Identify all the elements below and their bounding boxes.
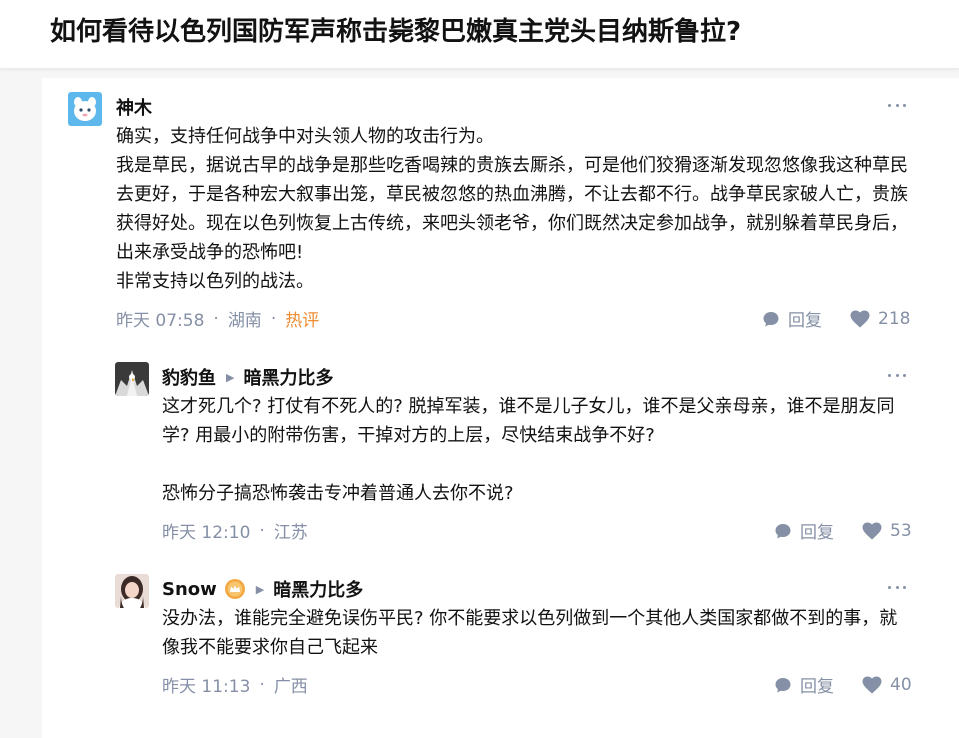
comment-paragraph: 非常支持以色列的战法。 [116,271,314,292]
reply-button[interactable]: 回复 [762,306,822,331]
comment-content: 没办法，谁能完全避免误伤平民? 你不能要求以色列做到一个其他人类国家都做不到的事… [162,604,912,662]
like-count: 40 [890,674,912,695]
more-options-icon[interactable] [888,104,906,110]
author-name[interactable]: 豹豹鱼 [162,364,216,390]
crown-badge-icon [224,578,246,600]
comment-content: 这才死几个? 打仗有不死人的? 脱掉军装，谁不是儿子女儿，谁不是父亲母亲，谁不是… [162,392,912,508]
comment-content: 确实，支持任何战争中对头领人物的攻击行为。 我是草民，据说古早的战争是那些吃香喝… [116,122,916,296]
reply-bubble-icon [775,677,791,692]
comment-meta: 昨天 12:10 · 江苏 [162,518,308,544]
like-button[interactable]: 218 [850,309,910,329]
reply-button[interactable]: 回复 [774,672,834,697]
comment-location: 江苏 [273,523,308,543]
portrait-avatar[interactable] [115,574,149,608]
hot-comment-tag: 热评 [285,311,320,331]
comment-paragraph: 恐怖分子搞恐怖袭击专冲着普通人去你不说? [162,483,514,504]
comment-paragraph: 这才死几个? 打仗有不死人的? 脱掉军装，谁不是儿子女儿，谁不是父亲母亲，谁不是… [162,396,895,446]
like-button[interactable]: 40 [862,675,912,695]
comment-time: 昨天 11:13 [162,677,251,697]
question-header: 如何看待以色列国防军声称击毙黎巴嫩真主党头目纳斯鲁拉? [0,0,959,69]
meta-separator: · [259,674,265,695]
comment-location: 湖南 [227,311,262,331]
cartoon-avatar[interactable] [68,92,102,126]
comment-paragraph: 没办法，谁能完全避免误伤平民? 你不能要求以色列做到一个其他人类国家都做不到的事… [162,608,898,658]
comment-item: 神木 确实，支持任何战争中对头领人物的攻击行为。 我是草民，据说古早的战争是那些… [42,78,959,338]
comment-actions: 回复 218 [762,306,910,331]
meta-separator: · [270,308,277,329]
like-count: 218 [878,308,911,329]
meta-separator: · [259,520,265,541]
reply-label: 回复 [800,523,834,543]
meta-separator: · [213,308,219,329]
reply-arrow-icon: ▶ [226,370,235,384]
comment-paragraph: 确实，支持任何战争中对头领人物的攻击行为。 [116,126,494,147]
reply-bubble-icon [775,523,791,538]
comment-meta: 昨天 07:58 · 湖南 · 热评 [116,306,320,332]
comment-actions: 回复 40 [774,672,912,697]
heart-icon [862,522,882,539]
author-line: 豹豹鱼 ▶ 暗黑力比多 [162,365,333,389]
comment-actions: 回复 53 [774,518,912,543]
like-button[interactable]: 53 [862,521,912,541]
comment-time: 昨天 07:58 [116,311,205,331]
comment-time: 昨天 12:10 [162,523,251,543]
reply-comment-item: Snow ▶ 暗黑力比多 没办法，谁能完全避免误伤平民? 你不能要求以色列做到一… [42,560,959,710]
author-name[interactable]: Snow [162,579,217,600]
question-title: 如何看待以色列国防军声称击毙黎巴嫩真主党头目纳斯鲁拉? [50,17,742,47]
eagle-avatar[interactable] [115,362,149,396]
like-count: 53 [890,520,912,541]
comment-paragraph: 我是草民，据说古早的战争是那些吃香喝辣的贵族去厮杀，可是他们狡猾逐渐发现忽悠像我… [116,155,908,263]
author-line: 神木 [116,95,152,119]
reply-bubble-icon [763,311,779,326]
reply-arrow-icon: ▶ [255,582,265,596]
heart-icon [862,676,882,693]
comment-panel: 神木 确实，支持任何战争中对头领人物的攻击行为。 我是草民，据说古早的战争是那些… [42,78,959,738]
comment-meta: 昨天 11:13 · 广西 [162,672,308,698]
heart-icon [850,310,870,327]
comment-blank-line [162,450,912,479]
reply-label: 回复 [788,311,822,331]
reply-comment-item: 豹豹鱼 ▶ 暗黑力比多 这才死几个? 打仗有不死人的? 脱掉军装，谁不是儿子女儿… [42,348,959,548]
author-name[interactable]: 神木 [116,94,152,120]
reply-label: 回复 [800,677,834,697]
more-options-icon[interactable] [888,374,906,380]
author-line: Snow ▶ 暗黑力比多 [162,576,363,602]
more-options-icon[interactable] [888,586,906,592]
reply-target-name[interactable]: 暗黑力比多 [273,576,363,602]
comment-location: 广西 [273,677,308,697]
reply-target-name[interactable]: 暗黑力比多 [243,364,333,390]
reply-button[interactable]: 回复 [774,518,834,543]
